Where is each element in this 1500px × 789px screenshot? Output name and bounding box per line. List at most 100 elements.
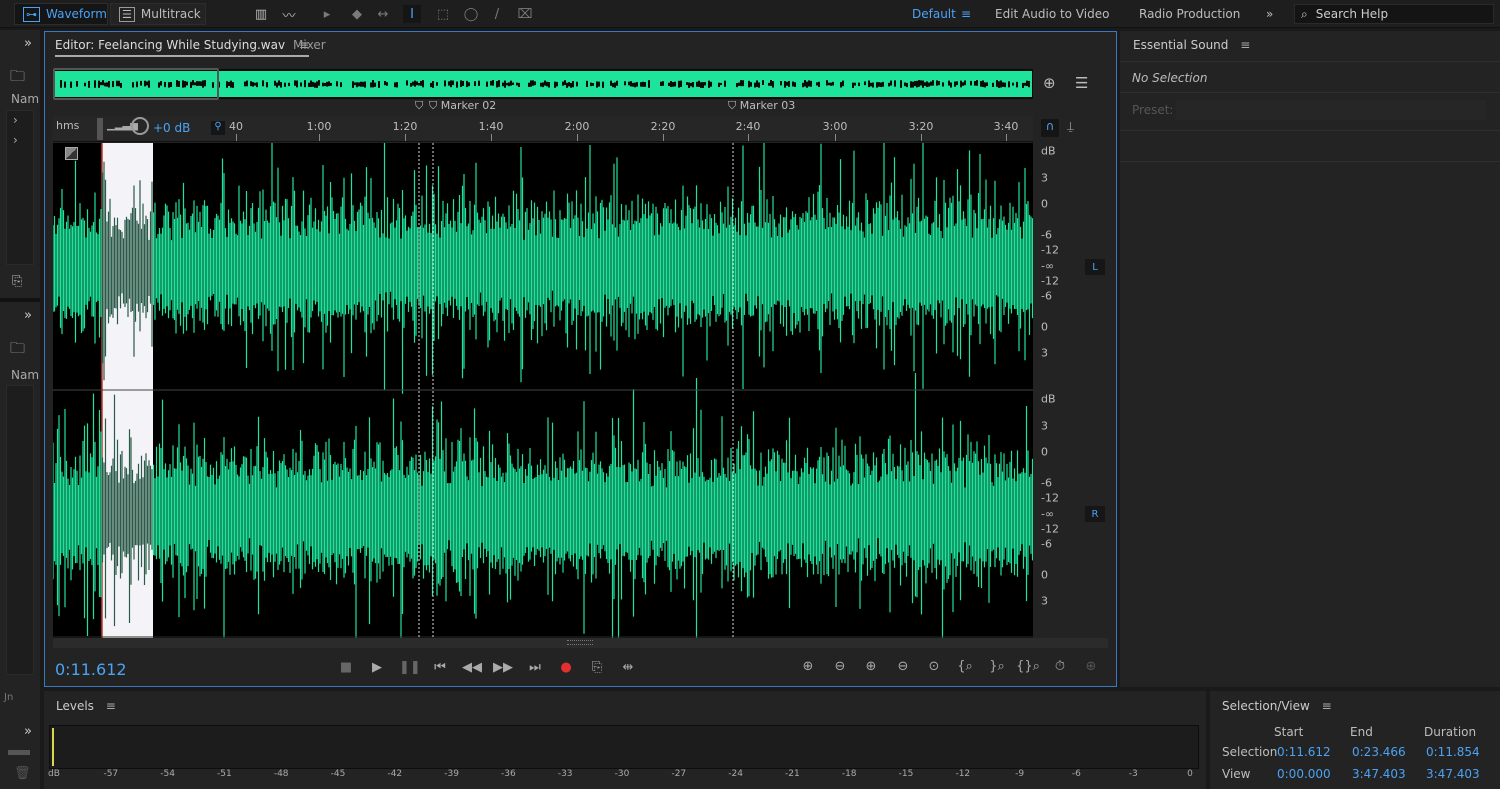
preset-dropdown[interactable] <box>1176 100 1486 120</box>
gain-hud-handle[interactable] <box>97 118 103 140</box>
amplitude-scale: dB 3 0 -6 -12 -∞ -12 -6 0 3 dB 3 0 -6 -12 -∞ -12 -6 0 3 L … <box>1033 143 1108 638</box>
db-scale-label: 0 <box>1041 197 1048 211</box>
time-ruler[interactable]: hms ▁▂▃▅ +0 dB ⚲ 40 1:00 1:20 1:40 2:00 2:20 2… <box>53 116 1033 142</box>
zoom-out-full-icon[interactable]: ⊙ <box>922 659 946 674</box>
selection-start-field[interactable]: 0:11.612 <box>1277 745 1331 759</box>
panel-tab-label: Jn <box>4 692 14 703</box>
go-to-start-button[interactable]: ⏮ <box>430 660 450 675</box>
pause-button[interactable]: ❚❚ <box>399 660 421 675</box>
open-folder-icon[interactable]: 🗀 <box>10 66 25 91</box>
spot-healing-icon[interactable]: ⌧ <box>516 5 534 23</box>
left-channel-toggle[interactable]: L <box>1085 259 1105 275</box>
zoom-reset-icon[interactable]: ⏱ <box>1048 659 1072 674</box>
move-tool-icon[interactable]: ▸ <box>318 5 336 23</box>
fast-forward-button[interactable]: ▶▶ <box>493 660 513 675</box>
spectral-toggle-icon[interactable] <box>65 147 78 160</box>
db-scale-label: 0 <box>1041 320 1048 334</box>
selection-duration-field[interactable]: 0:11.854 <box>1426 745 1480 759</box>
view-duration-field[interactable]: 3:47.403 <box>1426 767 1480 781</box>
marker-01-flag[interactable]: ⛉ <box>415 99 423 113</box>
workspace-menu-icon[interactable]: ≡ <box>961 7 971 21</box>
brush-tool-icon[interactable]: / <box>488 5 506 23</box>
spectral-frequency-icon[interactable]: ▥ <box>252 5 270 23</box>
marker-02[interactable]: ⛉ Marker 02 <box>429 99 496 113</box>
level-scale-label: -24 <box>728 769 743 779</box>
divider <box>1120 161 1500 162</box>
zoom-out-amplitude-icon[interactable]: ⊖ <box>828 659 852 674</box>
slip-tool-icon[interactable]: ↔ <box>374 5 392 23</box>
gain-value[interactable]: +0 dB <box>153 121 190 135</box>
razor-tool-icon[interactable]: ◆ <box>348 5 366 23</box>
time-format-label: hms <box>56 119 80 132</box>
zoom-selection-out-icon[interactable]: }⌕ <box>985 659 1009 674</box>
go-to-end-button[interactable]: ⏭ <box>525 660 545 675</box>
marquee-tool-icon[interactable]: ⬚ <box>434 5 452 23</box>
panel-menu-icon[interactable]: ≡ <box>106 699 116 713</box>
level-scale-label: -42 <box>387 769 403 779</box>
view-start-field[interactable]: 0:00.000 <box>1277 767 1331 781</box>
zoom-selection-in-icon[interactable]: {⌕ <box>953 659 977 674</box>
selection-end-field[interactable]: 0:23.466 <box>1352 745 1406 759</box>
zoom-in-amplitude-icon[interactable]: ⊕ <box>796 659 820 674</box>
trash-icon[interactable]: 🗑 <box>14 766 31 781</box>
rewind-button[interactable]: ◀◀ <box>462 660 482 675</box>
open-folder-icon[interactable]: 🗀 <box>10 338 25 363</box>
marker-03[interactable]: ⛉ Marker 03 <box>728 99 795 113</box>
multitrack-mode-button[interactable]: ☰ Multitrack <box>110 3 206 25</box>
media-name-header: Nam <box>11 368 40 382</box>
tab-editor[interactable]: Editor: Feelancing While Studying.wav ≡ <box>55 38 309 57</box>
zoom-in-time-icon[interactable]: ⊕ <box>859 659 883 674</box>
marker-pin-icon[interactable]: ⍊ <box>1067 119 1074 134</box>
db-scale-label: -6 <box>1041 228 1052 242</box>
lasso-tool-icon[interactable]: ◯ <box>462 5 480 23</box>
expand-row-icon[interactable]: › <box>13 113 18 127</box>
expand-panel-icon[interactable]: » <box>24 724 32 739</box>
tab-mixer[interactable]: Mixer <box>293 38 326 52</box>
pin-hud-icon[interactable]: ⚲ <box>211 121 225 135</box>
workspace-default[interactable]: Default <box>912 7 956 21</box>
expand-row-icon[interactable]: › <box>13 133 18 147</box>
level-scale-label: -6 <box>1071 769 1081 779</box>
waveform-icon: ⊶ <box>23 6 40 22</box>
current-time-display[interactable]: 0:11.612 <box>55 660 127 679</box>
workspace-edit-audio-to-video[interactable]: Edit Audio to Video <box>995 7 1109 21</box>
expand-panel-icon[interactable]: » <box>24 308 32 323</box>
stop-button[interactable]: ■ <box>336 660 356 675</box>
workspace-radio-production[interactable]: Radio Production <box>1139 7 1240 21</box>
db-scale-label: -6 <box>1041 476 1052 490</box>
time-selection-tool-icon[interactable]: I <box>403 5 421 23</box>
level-meter <box>49 725 1199 769</box>
expand-panel-icon[interactable]: » <box>24 36 32 51</box>
gain-knob[interactable] <box>131 117 149 135</box>
db-scale-label: -12 <box>1041 243 1059 257</box>
top-toolbar: ⊶ Waveform ☰ Multitrack ▥ 〰 ▸ ◆ ↔ I ⬚ ◯ … <box>0 0 1500 28</box>
waveform-mode-button[interactable]: ⊶ Waveform <box>14 3 108 25</box>
levels-panel: Levels ≡ dB -57 -54 -51 -48 -45 -42 -39 -36 -33 -3… <box>44 691 1206 789</box>
record-button[interactable]: ● <box>556 660 576 675</box>
skip-selection-button[interactable]: ⇹ <box>618 660 638 675</box>
play-button[interactable]: ▶ <box>367 660 387 675</box>
horizontal-scrollbar[interactable] <box>53 638 1108 648</box>
more-workspaces-icon[interactable]: » <box>1266 7 1273 21</box>
overview-waveform[interactable] <box>52 68 1033 100</box>
zoom-navigator-icon[interactable]: ⊕ <box>1043 74 1056 92</box>
right-channel-toggle[interactable]: R <box>1085 506 1105 522</box>
toggle-switch[interactable] <box>8 750 30 755</box>
scrollbar-thumb[interactable] <box>567 640 593 645</box>
zoom-navigator-handle[interactable] <box>53 68 219 100</box>
spectral-pitch-icon[interactable]: 〰 <box>280 5 298 24</box>
snap-magnet-icon[interactable]: ∩ <box>1041 119 1059 137</box>
files-list[interactable]: › › <box>6 110 34 265</box>
ruler-tick-label: 40 <box>229 120 243 133</box>
waveform-display[interactable] <box>52 129 1034 648</box>
zoom-out-time-icon[interactable]: ⊖ <box>891 659 915 674</box>
panel-menu-icon[interactable]: ≡ <box>1322 699 1332 713</box>
insert-icon[interactable]: ⎘ <box>12 274 22 289</box>
overview-menu-icon[interactable]: ☰ <box>1075 74 1088 92</box>
panel-menu-icon[interactable]: ≡ <box>1240 38 1250 52</box>
view-end-field[interactable]: 3:47.403 <box>1352 767 1406 781</box>
zoom-to-selection-icon[interactable]: {}⌕ <box>1016 659 1040 674</box>
media-list[interactable] <box>6 385 34 675</box>
search-help-input[interactable]: ⌕ Search Help <box>1294 4 1494 24</box>
loop-playback-button[interactable]: ⎘ <box>587 660 607 675</box>
